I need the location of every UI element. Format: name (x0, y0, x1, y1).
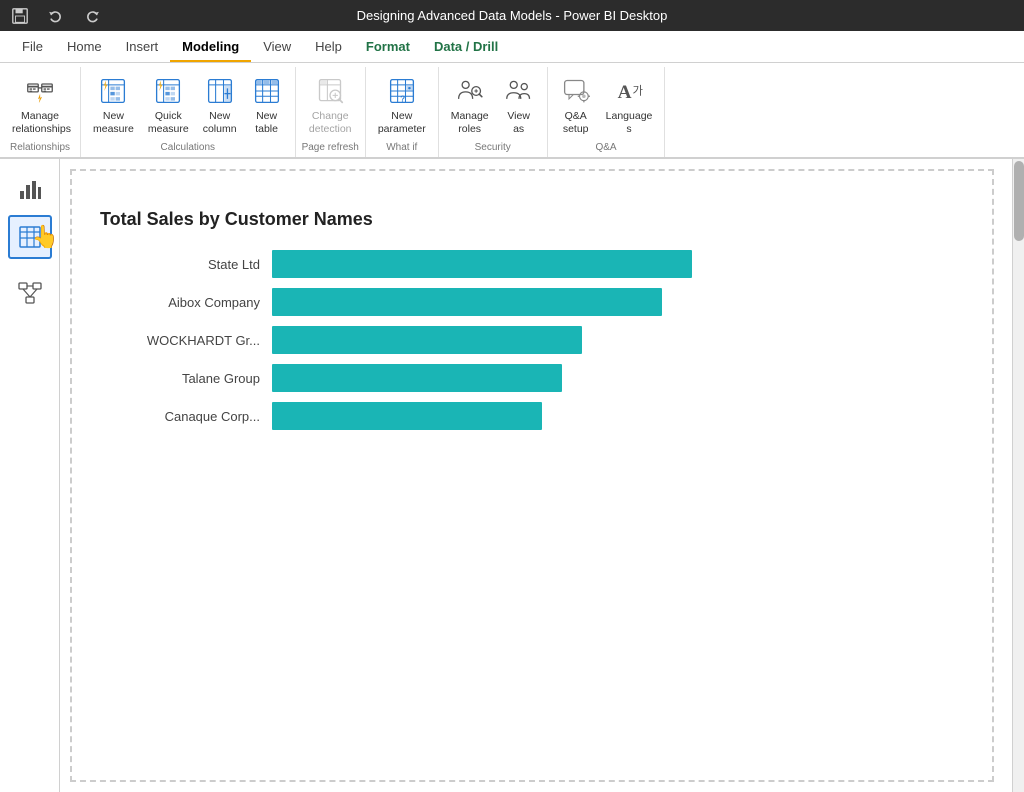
save-icon[interactable] (10, 6, 30, 26)
new-measure-label: Newmeasure (93, 110, 134, 135)
sidebar-item-data-view[interactable]: 👆 (8, 215, 52, 259)
window-title: Designing Advanced Data Models - Power B… (357, 8, 668, 23)
change-detection-label: Changedetection (309, 110, 352, 135)
new-column-label: Newcolumn (203, 110, 237, 135)
table-row: Canaque Corp... (100, 402, 1004, 430)
manage-relationships-button[interactable]: Managerelationships (6, 71, 74, 139)
manage-roles-label: Manageroles (451, 110, 489, 135)
ribbon-group-pagerefresh-label: Page refresh (302, 139, 359, 157)
view-as-label: Viewas (507, 110, 530, 135)
quick-measure-icon (152, 75, 184, 107)
menu-help[interactable]: Help (303, 31, 354, 62)
bar-1 (272, 288, 662, 316)
ribbon-group-whatif-label: What if (372, 139, 432, 157)
chart-title: Total Sales by Customer Names (100, 209, 1004, 230)
svg-text:가: 가 (633, 85, 644, 98)
menu-format[interactable]: Format (354, 31, 422, 62)
manage-relationships-icon (24, 75, 56, 107)
change-detection-button[interactable]: Changedetection (303, 71, 358, 139)
svg-text:?: ? (400, 95, 405, 104)
view-as-button[interactable]: Viewas (497, 71, 541, 139)
ribbon-group-qa-label: Q&A (554, 139, 659, 157)
ribbon-group-security: Manageroles Viewas Security (439, 67, 548, 157)
qa-setup-button[interactable]: Q&Asetup (554, 71, 598, 139)
language-icon: A 가 (613, 75, 645, 107)
sidebar: 👆 (0, 159, 60, 792)
menu-modeling[interactable]: Modeling (170, 31, 251, 62)
svg-text:A: A (618, 82, 632, 103)
scrollbar-thumb[interactable] (1014, 161, 1024, 241)
chart-area: Total Sales by Customer Names State Ltd … (100, 209, 1004, 430)
table-row: Aibox Company (100, 288, 1004, 316)
title-bar-controls (10, 6, 102, 26)
bar-chart: State Ltd Aibox Company WOCKHARDT Gr... … (100, 250, 1004, 430)
bar-label-3: Talane Group (100, 371, 260, 386)
scrollbar[interactable] (1012, 159, 1024, 792)
qa-setup-icon (560, 75, 592, 107)
ribbon-group-qa: Q&Asetup A 가 Languages Q&A (548, 67, 666, 157)
menu-home[interactable]: Home (55, 31, 114, 62)
bar-0 (272, 250, 692, 278)
quick-measure-button[interactable]: Quickmeasure (142, 71, 195, 139)
new-parameter-icon: ? (386, 75, 418, 107)
new-parameter-button[interactable]: ? Newparameter (372, 71, 432, 139)
title-bar: Designing Advanced Data Models - Power B… (0, 0, 1024, 31)
ribbon-group-calculations-label: Calculations (87, 139, 289, 157)
content-area: Total Sales by Customer Names State Ltd … (60, 159, 1024, 792)
undo-icon[interactable] (46, 6, 66, 26)
manage-roles-icon (454, 75, 486, 107)
bar-label-4: Canaque Corp... (100, 409, 260, 424)
chart-bar-icon (18, 177, 42, 201)
view-as-icon (503, 75, 535, 107)
main-area: 👆 Total Sales by Customer Names State Lt… (0, 159, 1024, 792)
table-row: WOCKHARDT Gr... (100, 326, 1004, 354)
change-detection-icon (314, 75, 346, 107)
bar-2 (272, 326, 582, 354)
bar-label-1: Aibox Company (100, 295, 260, 310)
menu-datadrill[interactable]: Data / Drill (422, 31, 510, 62)
new-table-label: Newtable (255, 110, 278, 135)
qa-setup-label: Q&Asetup (563, 110, 589, 135)
bar-label-2: WOCKHARDT Gr... (100, 333, 260, 348)
sidebar-item-report-view[interactable] (8, 167, 52, 211)
new-table-button[interactable]: Newtable (245, 71, 289, 139)
redo-icon[interactable] (82, 6, 102, 26)
sidebar-item-model-view[interactable] (8, 271, 52, 315)
menu-bar: File Home Insert Modeling View Help Form… (0, 31, 1024, 63)
new-parameter-label: Newparameter (378, 110, 426, 135)
quick-measure-label: Quickmeasure (148, 110, 189, 135)
ribbon-group-relationships-label: Relationships (6, 139, 74, 157)
language-button[interactable]: A 가 Languages (600, 71, 659, 139)
table-row: Talane Group (100, 364, 1004, 392)
bar-label-0: State Ltd (100, 257, 260, 272)
table-row: State Ltd (100, 250, 1004, 278)
table-grid-icon (18, 225, 42, 249)
language-label: Languages (606, 110, 653, 135)
new-table-icon (251, 75, 283, 107)
ribbon-group-calculations: Newmeasure (81, 67, 296, 157)
new-column-icon (204, 75, 236, 107)
model-icon (18, 281, 42, 305)
ribbon-group-pagerefresh: Changedetection Page refresh (296, 67, 366, 157)
bar-3 (272, 364, 562, 392)
new-measure-icon (97, 75, 129, 107)
manage-roles-button[interactable]: Manageroles (445, 71, 495, 139)
ribbon-group-relationships: Managerelationships Relationships (0, 67, 81, 157)
menu-file[interactable]: File (10, 31, 55, 62)
new-column-button[interactable]: Newcolumn (197, 71, 243, 139)
menu-insert[interactable]: Insert (114, 31, 171, 62)
menu-view[interactable]: View (251, 31, 303, 62)
new-measure-button[interactable]: Newmeasure (87, 71, 140, 139)
ribbon: Managerelationships Relationships (0, 63, 1024, 159)
bar-4 (272, 402, 542, 430)
ribbon-group-security-label: Security (445, 139, 541, 157)
ribbon-group-whatif: ? Newparameter What if (366, 67, 439, 157)
manage-relationships-label: Managerelationships (12, 110, 68, 135)
